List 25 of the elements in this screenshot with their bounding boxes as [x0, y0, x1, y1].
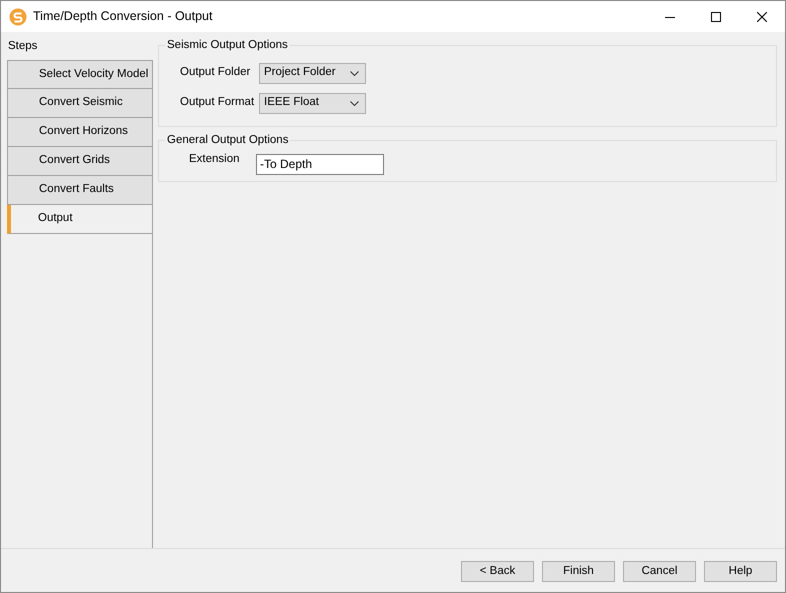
app-logo-icon	[9, 8, 27, 26]
step-item[interactable]: Convert Grids	[7, 147, 152, 176]
field-label: Output Format	[179, 95, 256, 110]
step-item[interactable]: Convert Faults	[7, 176, 152, 205]
step-item[interactable]: Convert Horizons	[7, 118, 152, 147]
dialog-button[interactable]: < Back	[461, 561, 534, 582]
maximize-icon	[711, 12, 721, 22]
group-title: Seismic Output Options	[165, 38, 290, 52]
step-item[interactable]: Output	[7, 205, 152, 234]
dropdown[interactable]: Project Folder	[259, 62, 366, 84]
close-icon	[757, 12, 767, 22]
dialog-button[interactable]: Cancel	[623, 561, 696, 582]
steps-heading: Steps	[8, 40, 38, 52]
chevron-down-icon	[350, 100, 359, 106]
dialog-button[interactable]: Help	[704, 561, 777, 582]
dialog-button[interactable]: Finish	[542, 561, 615, 582]
step-item[interactable]: Convert Seismic	[7, 89, 152, 118]
window-title: Time/Depth Conversion - Output	[33, 8, 212, 26]
input-field[interactable]: -To Depth	[256, 154, 384, 174]
field-label: Extension	[188, 152, 241, 167]
field-label: Output Folder	[179, 65, 252, 80]
group-title: General Output Options	[165, 133, 290, 147]
step-item[interactable]: Select Velocity Model	[7, 60, 152, 89]
dropdown[interactable]: IEEE Float	[259, 92, 366, 114]
chevron-down-icon	[350, 70, 359, 76]
